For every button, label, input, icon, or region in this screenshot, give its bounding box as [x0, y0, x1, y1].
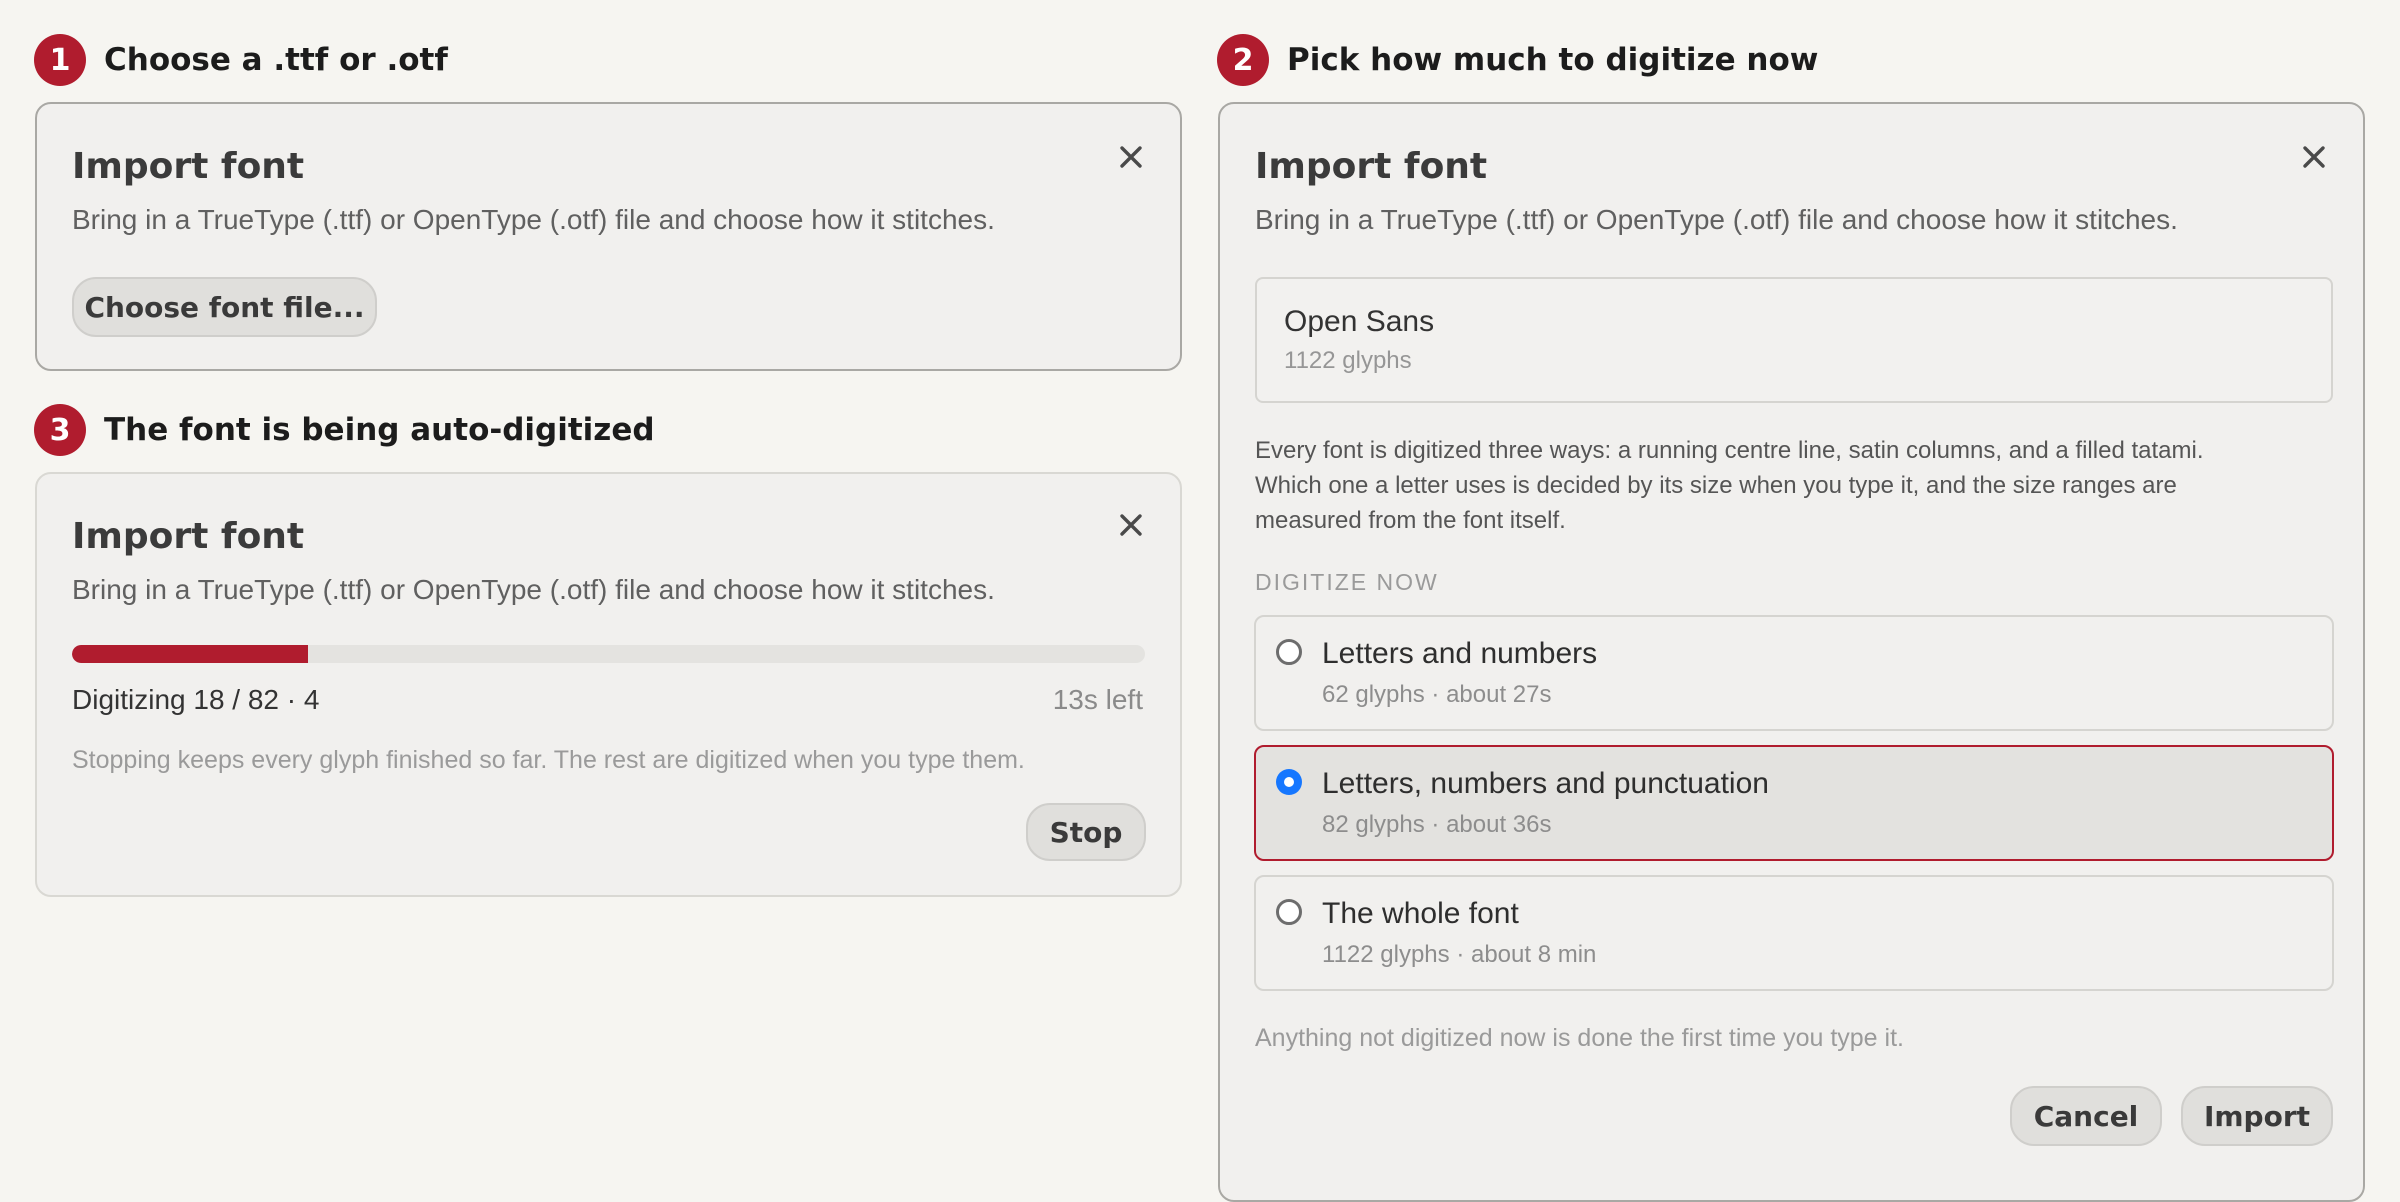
close-icon — [1120, 146, 1142, 168]
import-font-dialog-choose: Import font Bring in a TrueType (.ttf) o… — [35, 102, 1182, 371]
selected-font-card: Open Sans 1122 glyphs — [1255, 277, 2333, 403]
option-whole-font[interactable]: The whole font 1122 glyphs · about 8 min — [1254, 875, 2334, 991]
font-name: Open Sans — [1284, 305, 1435, 338]
option-letters-numbers-punctuation[interactable]: Letters, numbers and punctuation 82 glyp… — [1254, 745, 2334, 861]
step-3-header: 3 The font is being auto-digitized — [34, 404, 655, 456]
time-remaining: 13s left — [1052, 684, 1143, 715]
step-number-badge: 3 — [34, 404, 86, 456]
option-meta: 82 glyphs · about 36s — [1322, 811, 1552, 838]
progress-bar-fill — [72, 645, 309, 663]
step-title: Pick how much to digitize now — [1287, 42, 1819, 78]
stop-note: Stopping keeps every glyph finished so f… — [72, 746, 1025, 774]
section-label: DIGITIZE NOW — [1255, 569, 1439, 595]
option-meta: 62 glyphs · about 27s — [1322, 681, 1552, 708]
description-line-1: Every font is digitized three ways: a ru… — [1255, 437, 2204, 464]
option-meta: 1122 glyphs · about 8 min — [1322, 941, 1597, 968]
step-title: Choose a .ttf or .otf — [104, 42, 448, 78]
choose-font-file-button[interactable]: Choose font file... — [72, 277, 377, 337]
progress-status: Digitizing 18 / 82 · 4 — [72, 684, 320, 715]
radio-button[interactable] — [1276, 639, 1302, 665]
font-glyph-count: 1122 glyphs — [1284, 347, 1412, 374]
step-number-badge: 2 — [1217, 34, 1269, 86]
import-font-dialog-options: Import font Bring in a TrueType (.ttf) o… — [1218, 102, 2365, 1202]
close-icon — [2303, 146, 2325, 168]
dialog-title: Import font — [1255, 146, 1488, 187]
close-button[interactable] — [2294, 137, 2334, 177]
import-button[interactable]: Import — [2181, 1086, 2333, 1146]
close-button[interactable] — [1111, 505, 1151, 545]
description-line-2: Which one a letter uses is decided by it… — [1255, 472, 2177, 499]
progress-bar — [72, 645, 1145, 663]
option-label: Letters and numbers — [1322, 637, 1598, 670]
radio-button-selected[interactable] — [1276, 769, 1302, 795]
dialog-title: Import font — [72, 146, 305, 187]
step-1-header: 1 Choose a .ttf or .otf — [34, 34, 448, 86]
cancel-button[interactable]: Cancel — [2010, 1086, 2162, 1146]
footnote: Anything not digitized now is done the f… — [1255, 1024, 1904, 1052]
dialog-subtitle: Bring in a TrueType (.ttf) or OpenType (… — [1255, 204, 2178, 235]
step-title: The font is being auto-digitized — [104, 412, 655, 448]
step-2-header: 2 Pick how much to digitize now — [1217, 34, 1818, 86]
dialog-title: Import font — [72, 516, 305, 557]
stop-button[interactable]: Stop — [1026, 803, 1146, 861]
option-label: The whole font — [1322, 897, 1519, 930]
option-letters-numbers[interactable]: Letters and numbers 62 glyphs · about 27… — [1254, 615, 2334, 731]
radio-button[interactable] — [1276, 899, 1302, 925]
dialog-subtitle: Bring in a TrueType (.ttf) or OpenType (… — [72, 574, 995, 605]
dialog-subtitle: Bring in a TrueType (.ttf) or OpenType (… — [72, 204, 995, 235]
step-number-badge: 1 — [34, 34, 86, 86]
close-button[interactable] — [1111, 137, 1151, 177]
description-line-3: measured from the font itself. — [1255, 507, 1566, 534]
close-icon — [1120, 514, 1142, 536]
option-label: Letters, numbers and punctuation — [1322, 767, 1769, 800]
import-font-dialog-progress: Import font Bring in a TrueType (.ttf) o… — [35, 472, 1182, 897]
